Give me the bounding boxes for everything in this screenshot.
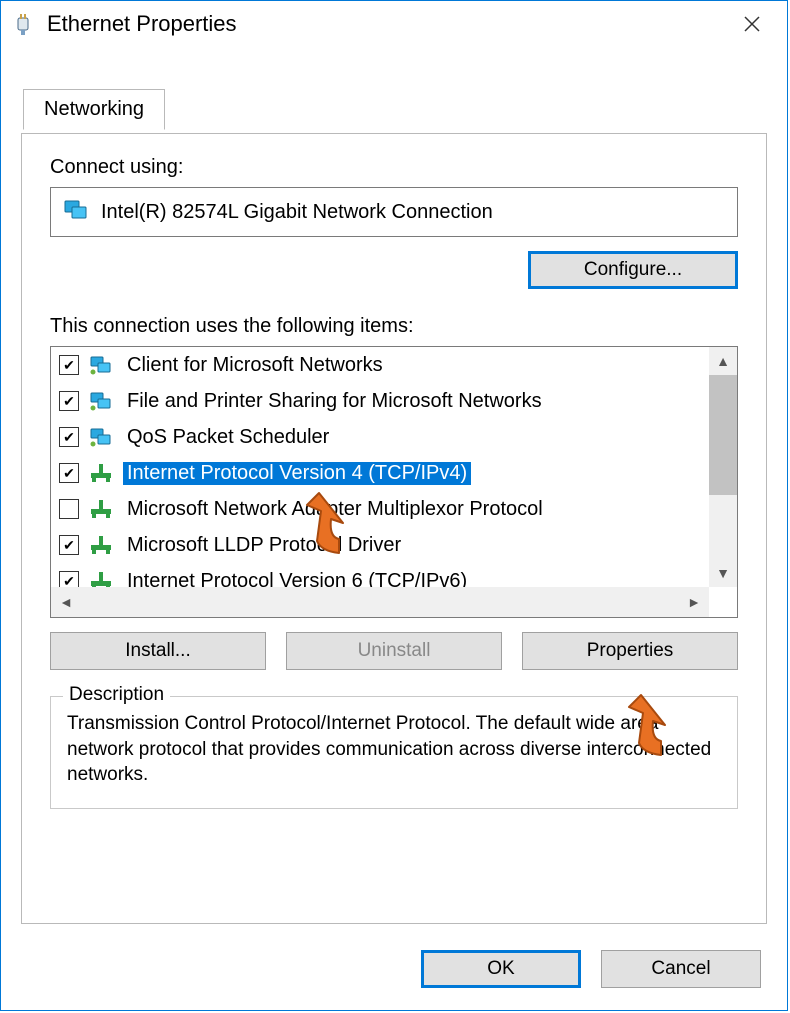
titlebar: Ethernet Properties [1, 1, 787, 47]
protocol-icon [89, 534, 113, 556]
tab-body: Connect using: Intel(R) 82574L Gigabit N… [21, 133, 767, 924]
install-button[interactable]: Install... [50, 632, 266, 670]
close-icon [743, 15, 761, 33]
checkbox[interactable] [59, 499, 79, 519]
list-item-label: File and Printer Sharing for Microsoft N… [123, 390, 546, 413]
scroll-right-arrow-icon[interactable]: ► [679, 587, 709, 617]
uninstall-button: Uninstall [286, 632, 502, 670]
computer-icon [89, 390, 113, 412]
list-item[interactable]: ✔ QoS Packet Scheduler [51, 419, 709, 455]
vertical-scrollbar[interactable]: ▲ ▼ [709, 347, 737, 587]
checkbox[interactable]: ✔ [59, 463, 79, 483]
checkbox[interactable]: ✔ [59, 355, 79, 375]
dialog-footer: OK Cancel [421, 950, 761, 988]
adapter-box[interactable]: Intel(R) 82574L Gigabit Network Connecti… [50, 187, 738, 237]
list-item[interactable]: ✔ Internet Protocol Version 4 (TCP/IPv4) [51, 455, 709, 491]
list-item-label: Client for Microsoft Networks [123, 354, 387, 377]
ethernet-plug-icon [13, 11, 33, 37]
list-item-label: Microsoft LLDP Protocol Driver [123, 534, 405, 557]
description-legend: Description [63, 684, 170, 706]
properties-button[interactable]: Properties [522, 632, 738, 670]
tab-networking[interactable]: Networking [23, 89, 165, 130]
items-listbox[interactable]: ✔ Client for Microsoft Networks ✔ File and … [50, 346, 738, 618]
scroll-up-arrow-icon[interactable]: ▲ [709, 347, 737, 375]
computer-icon [89, 354, 113, 376]
checkbox[interactable]: ✔ [59, 427, 79, 447]
protocol-icon [89, 462, 113, 484]
tabstrip: Networking [23, 89, 787, 130]
list-item-label: Microsoft Network Adapter Multiplexor Pr… [123, 498, 547, 521]
ethernet-properties-window: Ethernet Properties Networking Connect u… [0, 0, 788, 1011]
checkbox[interactable]: ✔ [59, 391, 79, 411]
window-title: Ethernet Properties [47, 11, 237, 37]
list-item[interactable]: ✔ Client for Microsoft Networks [51, 347, 709, 383]
network-adapter-icon [61, 198, 89, 227]
scroll-down-arrow-icon[interactable]: ▼ [709, 559, 737, 587]
checkbox[interactable]: ✔ [59, 535, 79, 555]
list-item[interactable]: ✔ File and Printer Sharing for Microsoft … [51, 383, 709, 419]
list-item[interactable]: ✔ Microsoft LLDP Protocol Driver [51, 527, 709, 563]
scroll-left-arrow-icon[interactable]: ◄ [51, 587, 81, 617]
list-item-label: QoS Packet Scheduler [123, 426, 333, 449]
items-label: This connection uses the following items… [50, 315, 738, 338]
list-item[interactable]: Microsoft Network Adapter Multiplexor Pr… [51, 491, 709, 527]
configure-button[interactable]: Configure... [528, 251, 738, 289]
connect-using-label: Connect using: [50, 156, 738, 179]
close-button[interactable] [729, 1, 775, 47]
ok-button[interactable]: OK [421, 950, 581, 988]
cancel-button[interactable]: Cancel [601, 950, 761, 988]
description-groupbox: Description Transmission Control Protoco… [50, 696, 738, 809]
horizontal-scrollbar[interactable]: ◄ ► [51, 587, 709, 617]
list-item-label: Internet Protocol Version 4 (TCP/IPv4) [123, 462, 471, 485]
computer-icon [89, 426, 113, 448]
scroll-thumb[interactable] [709, 375, 737, 495]
adapter-name: Intel(R) 82574L Gigabit Network Connecti… [101, 201, 493, 224]
item-actions-row: Install... Uninstall Properties [50, 632, 738, 670]
description-text: Transmission Control Protocol/Internet P… [67, 711, 721, 788]
protocol-icon [89, 498, 113, 520]
